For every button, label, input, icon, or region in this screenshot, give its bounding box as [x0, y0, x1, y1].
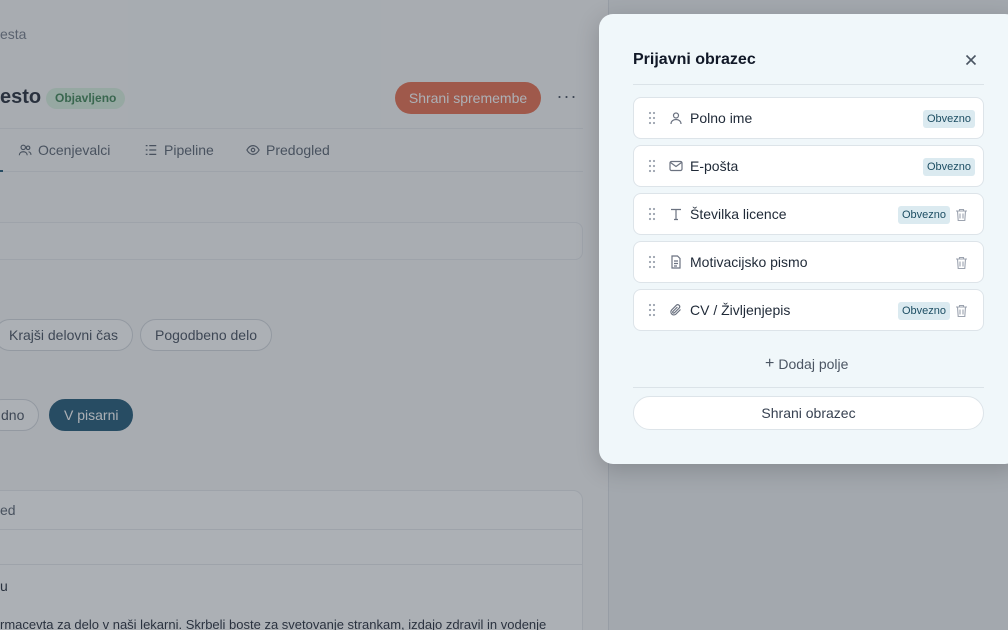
add-field-button[interactable]: + Dodaj polje	[765, 355, 848, 373]
drag-handle-icon[interactable]	[648, 303, 656, 317]
trash-icon[interactable]	[955, 256, 968, 270]
application-form-panel: Prijavni obrazec Polno ime Obvezno E-poš…	[599, 14, 1008, 464]
trash-icon[interactable]	[955, 304, 968, 318]
panel-title: Prijavni obrazec	[633, 51, 756, 68]
document-icon	[671, 255, 681, 269]
save-form-button[interactable]: Shrani obrazec	[633, 396, 984, 430]
trash-icon[interactable]	[955, 208, 968, 222]
required-badge: Obvezno	[898, 206, 951, 224]
field-label: CV / Življenjepis	[690, 302, 791, 318]
form-field-license-number[interactable]: Številka licence Obvezno	[633, 193, 984, 235]
plus-icon: +	[765, 355, 775, 372]
form-field-email[interactable]: E-pošta Obvezno	[633, 145, 984, 187]
drag-handle-icon[interactable]	[648, 255, 656, 269]
field-label: Polno ime	[690, 110, 753, 126]
text-icon	[671, 208, 681, 221]
form-field-cv[interactable]: CV / Življenjepis Obvezno	[633, 289, 984, 331]
panel-divider	[633, 387, 984, 388]
required-badge: Obvezno	[923, 158, 976, 176]
required-badge: Obvezno	[923, 110, 976, 128]
drag-handle-icon[interactable]	[648, 207, 656, 221]
form-field-cover-letter[interactable]: Motivacijsko pismo	[633, 241, 984, 283]
add-field-label: Dodaj polje	[778, 356, 849, 372]
field-label: Motivacijsko pismo	[690, 254, 808, 270]
field-label: Številka licence	[690, 206, 787, 222]
drag-handle-icon[interactable]	[648, 111, 656, 125]
form-field-full-name[interactable]: Polno ime Obvezno	[633, 97, 984, 139]
field-label: E-pošta	[690, 158, 739, 174]
mail-icon	[669, 160, 683, 172]
drag-handle-icon[interactable]	[648, 159, 656, 173]
close-icon[interactable]	[963, 52, 979, 68]
panel-divider	[633, 84, 984, 85]
user-icon	[670, 112, 682, 125]
paperclip-icon	[670, 304, 681, 316]
required-badge: Obvezno	[898, 302, 951, 320]
